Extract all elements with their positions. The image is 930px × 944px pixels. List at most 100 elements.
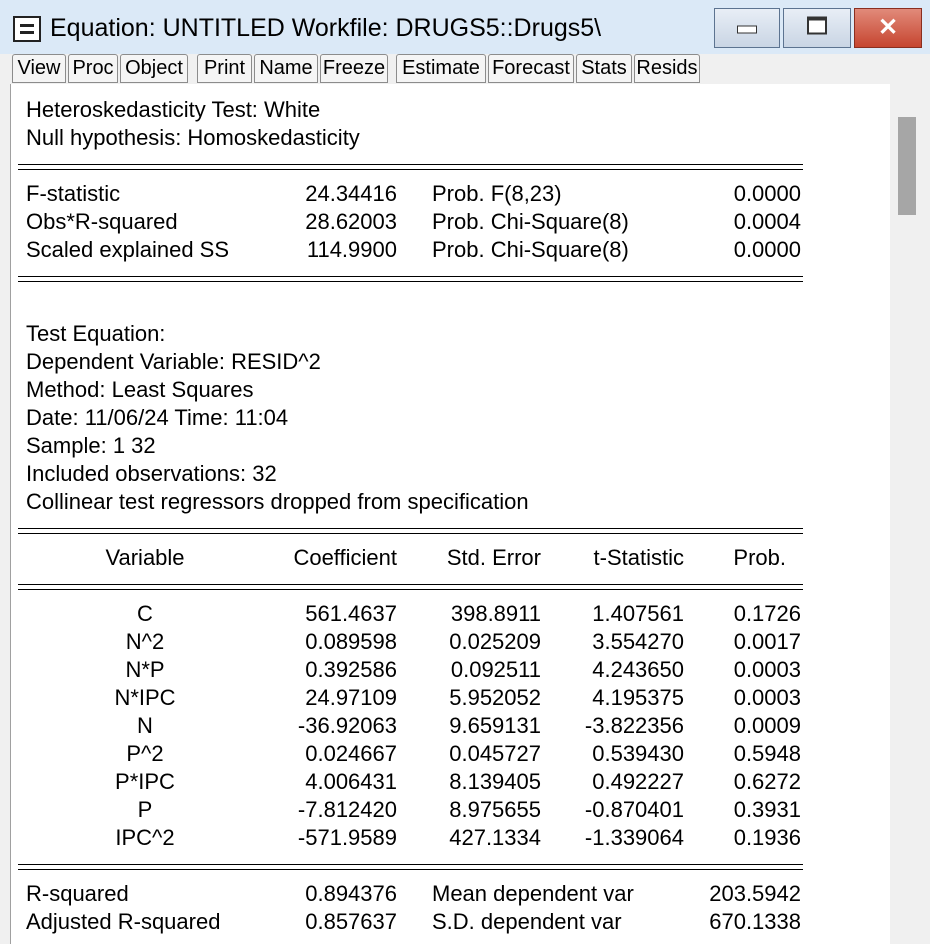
prob-cell: 0.3931: [733, 797, 801, 822]
summary-label: Mean dependent var: [432, 881, 634, 906]
t-statistic-cell: -0.870401: [584, 797, 684, 822]
object-button[interactable]: Object: [120, 54, 188, 83]
t-statistic-cell: 0.539430: [592, 741, 684, 766]
prob-cell: 0.0003: [733, 685, 801, 710]
divider: [18, 869, 803, 870]
stat-prob: 0.0000: [733, 237, 801, 262]
info-line: Collinear test regressors dropped from s…: [26, 489, 529, 514]
t-statistic-cell: -1.339064: [584, 825, 684, 850]
prob-cell: 0.5948: [733, 741, 801, 766]
stat-value: 28.62003: [305, 209, 397, 234]
stat-value: 24.34416: [305, 181, 397, 206]
divider: [18, 528, 803, 529]
stat-label: Obs*R-squared: [26, 209, 178, 234]
coefficient-cell: 24.97109: [305, 685, 397, 710]
t-statistic-cell: 3.554270: [592, 629, 684, 654]
maximize-button[interactable]: [783, 8, 851, 48]
coefficient-cell: -36.92063: [297, 713, 397, 738]
test-title: Heteroskedasticity Test: White: [26, 97, 321, 122]
stat-label: F-statistic: [26, 181, 121, 206]
stat-value: 114.9900: [306, 237, 397, 262]
divider: [18, 589, 803, 590]
proc-button[interactable]: Proc: [68, 54, 118, 83]
minimize-icon: [737, 25, 757, 34]
std-error-cell: 8.975655: [449, 797, 541, 822]
stat-prob-label: Prob. Chi-Square(8): [432, 237, 629, 262]
summary-label: S.D. dependent var: [432, 909, 622, 934]
scrollbar-thumb[interactable]: [898, 117, 916, 215]
minimize-button[interactable]: [714, 8, 780, 48]
prob-cell: 0.0003: [733, 657, 801, 682]
prob-cell: 0.1936: [733, 825, 801, 850]
summary-value: 670.1338: [709, 909, 801, 934]
prob-cell: 0.0017: [733, 629, 801, 654]
prob-cell: 0.0009: [733, 713, 801, 738]
info-line: Test Equation:: [26, 321, 166, 346]
prob-cell: 0.6272: [733, 769, 801, 794]
coefficient-cell: 4.006431: [305, 769, 397, 794]
info-line: Sample: 1 32: [26, 433, 156, 458]
prob-cell: 0.1726: [733, 601, 801, 626]
variable-cell: IPC^2: [115, 825, 175, 850]
view-button[interactable]: View: [12, 54, 66, 83]
variable-cell: N*IPC: [114, 685, 176, 710]
summary-value: 203.5942: [709, 881, 801, 906]
close-button[interactable]: ✕: [854, 8, 922, 48]
column-header: Std. Error: [446, 545, 541, 570]
summary-label: Adjusted R-squared: [26, 909, 221, 934]
variable-cell: P*IPC: [115, 769, 175, 794]
summary-label: R-squared: [26, 881, 129, 906]
freeze-button[interactable]: Freeze: [320, 54, 388, 83]
divider: [18, 533, 803, 534]
window-title: Equation: UNTITLED Workfile: DRUGS5::Dru…: [50, 14, 602, 42]
variable-cell: P: [137, 797, 153, 822]
column-header: t-Statistic: [593, 545, 684, 570]
stats-button[interactable]: Stats: [576, 54, 632, 83]
summary-value: 0.894376: [305, 881, 397, 906]
column-header: Coefficient: [293, 545, 397, 570]
coefficient-cell: 0.089598: [305, 629, 397, 654]
t-statistic-cell: 1.407561: [592, 601, 684, 626]
stat-prob: 0.0000: [733, 181, 801, 206]
divider: [18, 169, 803, 170]
t-statistic-cell: 4.243650: [592, 657, 684, 682]
std-error-cell: 0.092511: [450, 657, 541, 682]
resids-button[interactable]: Resids: [634, 54, 700, 83]
forecast-button[interactable]: Forecast: [488, 54, 574, 83]
name-button[interactable]: Name: [254, 54, 318, 83]
std-error-cell: 0.025209: [449, 629, 541, 654]
variable-cell: C: [137, 601, 153, 626]
std-error-cell: 8.139405: [449, 769, 541, 794]
summary-value: 0.857637: [305, 909, 397, 934]
print-button[interactable]: Print: [197, 54, 252, 83]
estimate-button[interactable]: Estimate: [396, 54, 486, 83]
maximize-icon: [807, 16, 827, 35]
info-line: Date: 11/06/24 Time: 11:04: [26, 405, 289, 430]
t-statistic-cell: 0.492227: [592, 769, 684, 794]
info-line: Included observations: 32: [26, 461, 277, 486]
std-error-cell: 427.1334: [449, 825, 541, 850]
divider: [18, 281, 803, 282]
divider: [18, 584, 803, 585]
coefficient-cell: 561.4637: [305, 601, 397, 626]
coefficient-cell: 0.392586: [305, 657, 397, 682]
divider: [18, 276, 803, 277]
std-error-cell: 0.045727: [449, 741, 541, 766]
system-menu-icon[interactable]: [13, 16, 41, 42]
close-icon: ✕: [877, 14, 899, 41]
t-statistic-cell: -3.822356: [584, 713, 684, 738]
std-error-cell: 5.952052: [449, 685, 541, 710]
column-header: Variable: [105, 545, 185, 570]
stat-prob-label: Prob. F(8,23): [432, 181, 562, 206]
coefficient-cell: 0.024667: [305, 741, 397, 766]
variable-cell: N*P: [125, 657, 165, 682]
title-bar: Equation: UNTITLED Workfile: DRUGS5::Dru…: [0, 0, 930, 55]
null-hypothesis: Null hypothesis: Homoskedasticity: [26, 125, 360, 150]
coefficient-cell: -571.9589: [297, 825, 397, 850]
stat-prob-label: Prob. Chi-Square(8): [432, 209, 629, 234]
stat-label: Scaled explained SS: [26, 237, 230, 262]
std-error-cell: 9.659131: [449, 713, 541, 738]
info-line: Dependent Variable: RESID^2: [26, 349, 321, 374]
divider: [18, 864, 803, 865]
stat-prob: 0.0004: [733, 209, 801, 234]
